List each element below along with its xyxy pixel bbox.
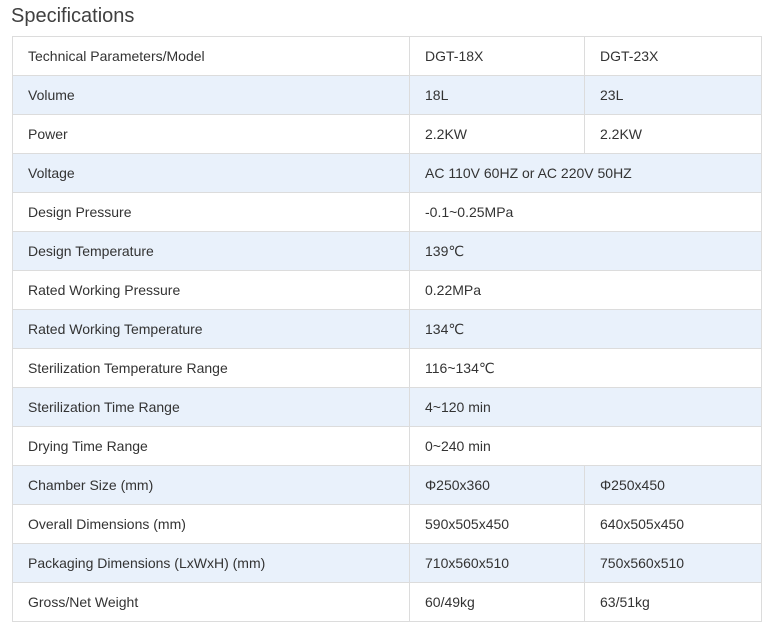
model-value: 23L (584, 75, 762, 115)
table-row: Technical Parameters/Model DGT-18X DGT-2… (12, 36, 762, 76)
parameter-label: Sterilization Time Range (12, 387, 410, 427)
model-value: 590x505x450 (409, 504, 585, 544)
table-row: Packaging Dimensions (LxWxH) (mm) 710x56… (12, 543, 762, 583)
table-row: Power 2.2KW 2.2KW (12, 114, 762, 154)
table-row: Design Temperature 139℃ (12, 231, 762, 271)
parameter-label: Rated Working Temperature (12, 309, 410, 349)
parameter-label: Packaging Dimensions (LxWxH) (mm) (12, 543, 410, 583)
shared-value: 0.22MPa (409, 270, 762, 310)
table-row: Drying Time Range 0~240 min (12, 426, 762, 466)
model-value: DGT-18X (409, 36, 585, 76)
table-row: Sterilization Time Range 4~120 min (12, 387, 762, 427)
shared-value: 4~120 min (409, 387, 762, 427)
parameter-label: Drying Time Range (12, 426, 410, 466)
model-value: 750x560x510 (584, 543, 762, 583)
specifications-table: Technical Parameters/Model DGT-18X DGT-2… (12, 36, 762, 622)
model-value: 60/49kg (409, 582, 585, 622)
table-row: Chamber Size (mm) Φ250x360 Φ250x450 (12, 465, 762, 505)
shared-value: 0~240 min (409, 426, 762, 466)
parameter-label: Sterilization Temperature Range (12, 348, 410, 388)
table-row: Voltage AC 110V 60HZ or AC 220V 50HZ (12, 153, 762, 193)
page-title: Specifications (11, 5, 135, 27)
parameter-label: Chamber Size (mm) (12, 465, 410, 505)
table-row: Rated Working Pressure 0.22MPa (12, 270, 762, 310)
parameter-label: Voltage (12, 153, 410, 193)
model-value: 63/51kg (584, 582, 762, 622)
shared-value: 139℃ (409, 231, 762, 271)
parameter-label: Volume (12, 75, 410, 115)
model-value: 18L (409, 75, 585, 115)
model-value: 710x560x510 (409, 543, 585, 583)
table-row: Overall Dimensions (mm) 590x505x450 640x… (12, 504, 762, 544)
shared-value: 116~134℃ (409, 348, 762, 388)
shared-value: 134℃ (409, 309, 762, 349)
table-row: Volume 18L 23L (12, 75, 762, 115)
table-row: Design Pressure -0.1~0.25MPa (12, 192, 762, 232)
table-row: Sterilization Temperature Range 116~134℃ (12, 348, 762, 388)
model-value: 2.2KW (409, 114, 585, 154)
parameter-label: Gross/Net Weight (12, 582, 410, 622)
parameter-label: Design Pressure (12, 192, 410, 232)
parameter-label: Power (12, 114, 410, 154)
model-value: DGT-23X (584, 36, 762, 76)
model-value: Φ250x360 (409, 465, 585, 505)
model-value: 2.2KW (584, 114, 762, 154)
shared-value: -0.1~0.25MPa (409, 192, 762, 232)
model-value: 640x505x450 (584, 504, 762, 544)
table-row: Gross/Net Weight 60/49kg 63/51kg (12, 582, 762, 622)
model-value: Φ250x450 (584, 465, 762, 505)
parameter-label: Technical Parameters/Model (12, 36, 410, 76)
table-row: Rated Working Temperature 134℃ (12, 309, 762, 349)
parameter-label: Design Temperature (12, 231, 410, 271)
parameter-label: Overall Dimensions (mm) (12, 504, 410, 544)
shared-value: AC 110V 60HZ or AC 220V 50HZ (409, 153, 762, 193)
parameter-label: Rated Working Pressure (12, 270, 410, 310)
